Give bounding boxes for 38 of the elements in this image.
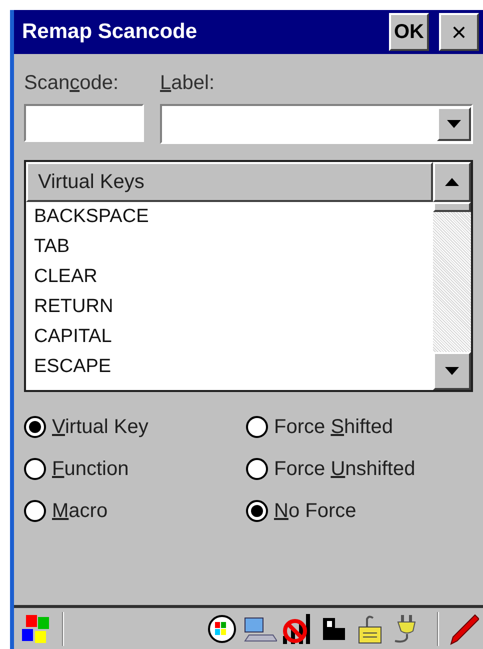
list-item[interactable]: CAPITAL xyxy=(26,322,433,352)
label-label: Label: xyxy=(160,71,216,96)
scrollbar[interactable] xyxy=(433,162,471,390)
column-header[interactable]: Virtual Keys xyxy=(26,162,433,202)
dropdown-button[interactable] xyxy=(437,107,471,141)
radio-label: Macro xyxy=(52,499,108,524)
computer-icon[interactable] xyxy=(243,614,277,642)
scroll-up-button[interactable] xyxy=(433,162,471,202)
radio-button[interactable] xyxy=(246,458,268,480)
scroll-thumb[interactable] xyxy=(433,202,471,212)
radio-label: Force Shifted xyxy=(274,415,393,440)
scancode-label: Scancode: xyxy=(24,71,120,96)
color-grid-icon[interactable] xyxy=(207,614,237,642)
radio-button[interactable] xyxy=(24,500,46,522)
radio-button[interactable] xyxy=(246,500,268,522)
radio-button[interactable] xyxy=(246,416,268,438)
radio-label: No Force xyxy=(274,499,356,524)
windows-flag-icon[interactable] xyxy=(20,612,52,644)
radio-label: Virtual Key xyxy=(52,415,148,440)
window-title: Remap Scancode xyxy=(22,19,198,46)
list-item[interactable]: ESCAPE xyxy=(26,352,433,382)
radio-label: Function xyxy=(52,457,129,482)
list-item[interactable]: CLEAR xyxy=(26,262,433,292)
radio-button[interactable] xyxy=(24,416,46,438)
list-item[interactable]: RETURN xyxy=(26,292,433,322)
scroll-down-button[interactable] xyxy=(433,352,471,390)
pen-icon[interactable] xyxy=(449,612,479,644)
up-arrow-icon xyxy=(445,178,459,186)
radio-label: Force Unshifted xyxy=(274,457,416,482)
radio-button[interactable] xyxy=(24,458,46,480)
down-arrow-icon xyxy=(447,120,461,128)
close-button[interactable]: × xyxy=(439,13,479,51)
list-item[interactable]: TAB xyxy=(26,232,433,262)
list-item[interactable]: BACKSPACE xyxy=(26,202,433,232)
down-arrow-icon xyxy=(445,367,459,375)
ok-button[interactable]: OK xyxy=(389,13,429,51)
label-dropdown[interactable] xyxy=(160,104,473,144)
scancode-input[interactable] xyxy=(24,104,144,142)
